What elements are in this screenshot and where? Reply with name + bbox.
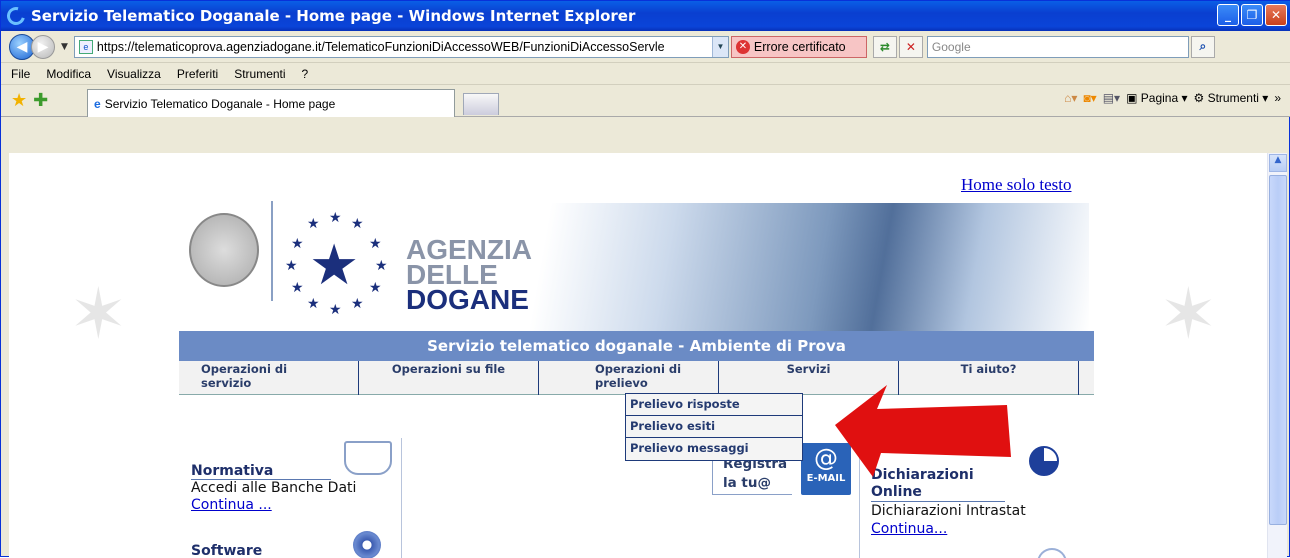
- page-menu-label: Pagina: [1140, 91, 1179, 105]
- svg-text:★: ★: [307, 296, 320, 312]
- menu-help[interactable]: ?: [302, 67, 309, 81]
- logo-divider: [271, 201, 273, 301]
- pie-chart-icon: [1029, 446, 1059, 476]
- logo-line-dogane: DOGANE: [406, 284, 529, 315]
- svg-text:★: ★: [329, 302, 342, 318]
- svg-text:★: ★: [309, 233, 359, 298]
- certificate-error-label: Errore certificato: [753, 39, 846, 54]
- minimize-button[interactable]: _: [1217, 4, 1239, 26]
- maximize-button[interactable]: ❐: [1241, 4, 1263, 26]
- url-field[interactable]: e https://telematicoprova.agenziadogane.…: [73, 35, 729, 58]
- svg-text:★: ★: [307, 216, 320, 232]
- column-divider-left: [401, 438, 402, 558]
- eu-stars-logo-icon: ★★ ★ ★ ★ ★ ★ ★ ★ ★ ★★ ★: [285, 210, 388, 318]
- dichiarazioni-text: Dichiarazioni Intrastat: [871, 503, 1026, 519]
- forward-button[interactable]: ▶: [31, 34, 55, 59]
- normativa-text: Accedi alle Banche Dati: [191, 480, 357, 496]
- browser-window: Servizio Telematico Doganale - Home page…: [0, 0, 1290, 558]
- close-button[interactable]: ✕: [1265, 4, 1287, 26]
- svg-text:★: ★: [329, 210, 342, 226]
- agency-logo-text: AGENZIA DELLE DOGANE: [406, 236, 532, 315]
- watermark-left-icon: ✶: [69, 273, 128, 355]
- building-banner-image: [489, 203, 1089, 331]
- web-content: ✶ ✶ Home solo testo ★ ★ ★ ★ ★ ★ ★ ★ ★ ★ ★ ★ ★ A…: [9, 153, 1267, 558]
- search-input[interactable]: Google: [926, 35, 1189, 58]
- refresh-button[interactable]: ⇄: [872, 35, 897, 58]
- tab-home-page[interactable]: e Servizio Telematico Doganale - Home pa…: [87, 89, 455, 117]
- software-title: Software: [191, 543, 263, 558]
- title-bar: Servizio Telematico Doganale - Home page…: [1, 1, 1290, 31]
- stop-button[interactable]: ✕: [898, 35, 923, 58]
- menu-strumenti[interactable]: Strumenti: [234, 67, 285, 81]
- svg-text:★: ★: [291, 236, 304, 252]
- menu-modifica[interactable]: Modifica: [46, 67, 91, 81]
- error-icon: ✕: [735, 39, 750, 54]
- svg-text:★: ★: [369, 280, 382, 296]
- red-arrow-annotation-icon: [835, 385, 1011, 477]
- add-favorites-icon[interactable]: ✚: [33, 90, 48, 111]
- dichiarazioni-continue-link[interactable]: Continua...: [871, 521, 947, 537]
- menu-file[interactable]: File: [11, 67, 30, 81]
- watermark-right-icon: ✶: [1159, 273, 1218, 355]
- scroll-thumb[interactable]: [1269, 175, 1287, 525]
- service-banner: Servizio telematico doganale - Ambiente …: [179, 331, 1094, 361]
- address-bar: ◀ ▶ ▼ e https://telematicoprova.agenziad…: [1, 31, 1290, 63]
- svg-text:★: ★: [285, 258, 298, 274]
- normativa-continue-link[interactable]: Continua ...: [191, 497, 272, 513]
- svg-text:★: ★: [375, 258, 388, 274]
- book-icon: [344, 441, 392, 475]
- menu-item-prelievo-messaggi[interactable]: Prelievo messaggi: [626, 438, 802, 460]
- certificate-error-button[interactable]: ✕ Errore certificato: [730, 35, 867, 58]
- menu-preferiti[interactable]: Preferiti: [177, 67, 218, 81]
- registra-line2: la tu@: [723, 475, 772, 491]
- tab-label: Servizio Telematico Doganale - Home page: [104, 96, 336, 111]
- svg-text:★: ★: [351, 296, 364, 312]
- url-text: https://telematicoprova.agenziadogane.it…: [96, 39, 665, 54]
- tools-menu-label: Strumenti: [1207, 91, 1259, 105]
- menu-visualizza[interactable]: Visualizza: [107, 67, 161, 81]
- favorites-star-icon[interactable]: ★: [11, 90, 27, 111]
- window-title: Servizio Telematico Doganale - Home page…: [31, 7, 636, 25]
- new-tab-button[interactable]: [463, 93, 499, 115]
- nav-operazioni-file[interactable]: Operazioni su file: [359, 361, 539, 395]
- chevron-more-icon[interactable]: »: [1274, 91, 1281, 105]
- svg-text:★: ★: [351, 216, 364, 232]
- scroll-up-icon[interactable]: ▲: [1269, 154, 1287, 172]
- menu-item-prelievo-risposte[interactable]: Prelievo risposte: [626, 394, 802, 416]
- normativa-title: Normativa: [191, 463, 331, 480]
- cd-icon: [353, 531, 381, 558]
- registra-email-box[interactable]: Registra la tu@: [712, 455, 792, 495]
- vertical-scrollbar[interactable]: ▲: [1267, 153, 1287, 558]
- command-bar: ⌂▾ ◙▾ ▤▾ ▣ Pagina ▾ ⚙ Strumenti ▾ »: [1064, 91, 1281, 105]
- nav-operazioni-prelievo[interactable]: Operazioni di prelievo: [539, 361, 719, 395]
- nav-operazioni-servizio[interactable]: Operazioni di servizio: [179, 361, 359, 395]
- ie-logo-icon: [3, 3, 29, 29]
- home-text-only-link[interactable]: Home solo testo: [961, 175, 1072, 195]
- home-icon[interactable]: ⌂▾: [1064, 91, 1077, 105]
- tools-menu[interactable]: ⚙ Strumenti ▾: [1194, 91, 1269, 105]
- feeds-icon[interactable]: ◙▾: [1083, 91, 1096, 105]
- dichiarazioni-title-line2: Online: [871, 484, 1005, 502]
- search-button[interactable]: ⌕: [1190, 35, 1215, 58]
- prelievo-dropdown-menu: Prelievo risposte Prelievo esiti Preliev…: [625, 393, 803, 461]
- search-placeholder: Google: [931, 39, 971, 54]
- menu-bar: File Modifica Visualizza Preferiti Strum…: [1, 63, 1290, 85]
- page-menu[interactable]: ▣ Pagina ▾: [1126, 91, 1187, 105]
- italian-emblem-icon: [189, 213, 259, 287]
- history-dropdown-icon[interactable]: ▼: [61, 42, 68, 52]
- page-icon: e: [78, 39, 93, 54]
- svg-text:★: ★: [369, 236, 382, 252]
- svg-text:★: ★: [291, 280, 304, 296]
- url-dropdown-icon[interactable]: ▼: [711, 36, 728, 57]
- menu-item-prelievo-esiti[interactable]: Prelievo esiti: [626, 416, 802, 438]
- ie-tab-icon: e: [94, 96, 101, 111]
- print-icon[interactable]: ▤▾: [1103, 91, 1120, 105]
